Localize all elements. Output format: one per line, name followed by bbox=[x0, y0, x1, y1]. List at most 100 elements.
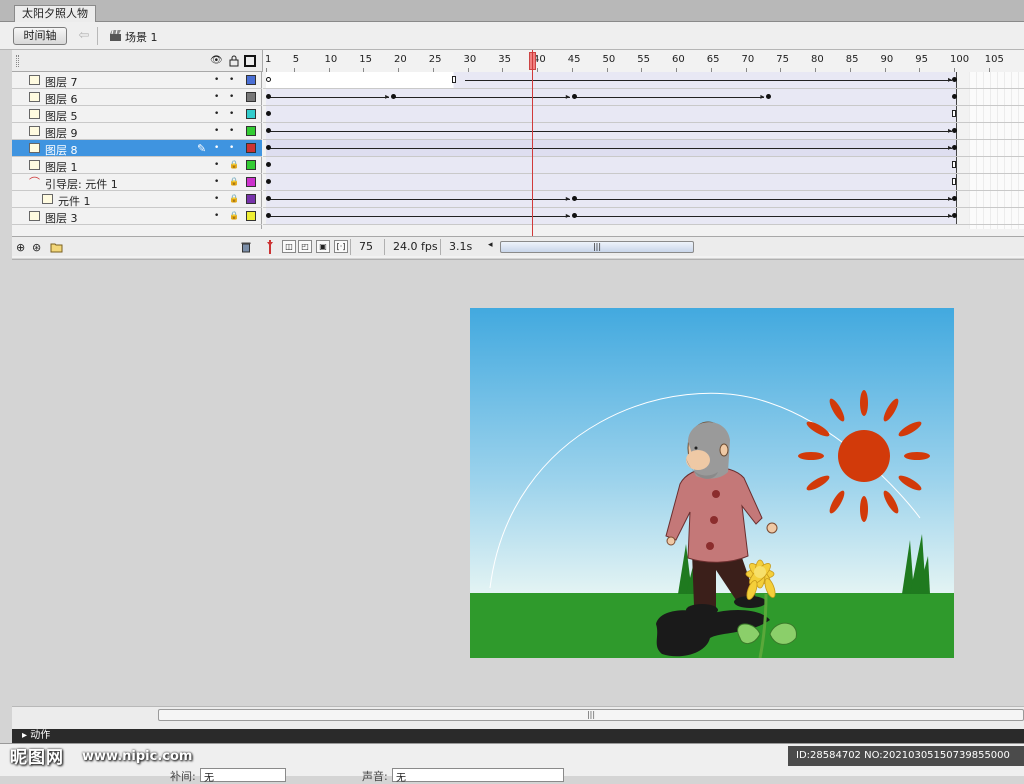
keyframe[interactable] bbox=[266, 196, 271, 201]
actions-panel-header[interactable]: ▸ 动作 bbox=[12, 729, 1024, 743]
scroll-left-icon[interactable]: ◂ bbox=[488, 240, 493, 250]
frame-span[interactable] bbox=[266, 106, 958, 122]
frame-row[interactable]: ▸ ▸ ▸ bbox=[263, 89, 1024, 106]
empty-keyframe[interactable] bbox=[266, 77, 271, 82]
outline-icon[interactable] bbox=[244, 55, 256, 67]
frame-row[interactable]: ▸ bbox=[263, 123, 1024, 140]
layer-outline-color[interactable] bbox=[246, 194, 256, 204]
lock-toggle[interactable]: • bbox=[229, 126, 234, 136]
layer-row[interactable]: 图层 6 • • bbox=[12, 89, 262, 106]
frame-row[interactable] bbox=[263, 174, 1024, 191]
layer-name: 元件 1 bbox=[58, 195, 91, 208]
add-guide-layer-icon[interactable]: ⊛ bbox=[32, 241, 41, 254]
frame-row[interactable] bbox=[263, 106, 1024, 123]
add-folder-icon[interactable] bbox=[50, 242, 63, 253]
onion-markers-button[interactable]: [·] bbox=[334, 240, 348, 253]
frame-ruler[interactable]: 1 5 10 15 20 25 30 35 40 45 50 55 60 65 70 75 80 85 90 95 10… bbox=[262, 50, 1024, 72]
end-frame-marker[interactable] bbox=[952, 161, 957, 168]
layer-outline-color[interactable] bbox=[246, 143, 256, 153]
ruler-number: 15 bbox=[359, 54, 373, 65]
frame-rate[interactable]: 24.0 fps bbox=[384, 239, 438, 255]
keyframe[interactable] bbox=[266, 145, 271, 150]
frame-span[interactable] bbox=[266, 157, 958, 173]
ruler-number: 30 bbox=[463, 54, 477, 65]
layer-row[interactable]: 图层 1 • 🔒 bbox=[12, 157, 262, 174]
add-layer-icon[interactable]: ⊕ bbox=[16, 241, 25, 254]
keyframe[interactable] bbox=[266, 111, 271, 116]
document-tab[interactable]: 太阳夕照人物 bbox=[14, 5, 96, 22]
keyframe[interactable] bbox=[266, 128, 271, 133]
lock-icon[interactable] bbox=[228, 55, 240, 67]
lock-icon[interactable]: 🔒 bbox=[229, 194, 239, 203]
trash-icon[interactable] bbox=[240, 241, 252, 253]
visibility-toggle[interactable]: • bbox=[214, 92, 219, 102]
sound-select[interactable]: 无 bbox=[392, 768, 564, 784]
layer-outline-color[interactable] bbox=[246, 177, 256, 187]
stage-canvas[interactable] bbox=[470, 308, 954, 658]
lock-toggle[interactable]: • bbox=[229, 92, 234, 102]
lock-icon[interactable]: 🔒 bbox=[229, 177, 239, 186]
layer-row[interactable]: 图层 3 • 🔒 bbox=[12, 208, 262, 225]
layer-row[interactable]: ⌒ 引导层: 元件 1 • 🔒 bbox=[12, 174, 262, 191]
lock-toggle[interactable]: • bbox=[229, 109, 234, 119]
watermark-id: ID:28584702 NO:20210305150739855000 bbox=[788, 746, 1024, 766]
frame-row[interactable]: ▸ ▸ bbox=[263, 191, 1024, 208]
frame-row[interactable]: ▸ ▸ bbox=[263, 208, 1024, 225]
frame-row[interactable] bbox=[263, 157, 1024, 174]
layer-outline-color[interactable] bbox=[246, 126, 256, 136]
keyframe[interactable] bbox=[571, 94, 577, 99]
keyframe[interactable] bbox=[266, 213, 271, 218]
visibility-toggle[interactable]: • bbox=[214, 177, 219, 187]
frame-row[interactable]: ▸ bbox=[263, 140, 1024, 157]
scene-label[interactable]: 场景 1 bbox=[125, 29, 158, 45]
keyframe[interactable] bbox=[571, 213, 577, 218]
layer-row[interactable]: 元件 1 • 🔒 bbox=[12, 191, 262, 208]
keyframe[interactable] bbox=[266, 162, 271, 167]
frame-grid[interactable]: ▸ ▸ ▸ ▸ ▸ ▸ ▸ ▸ ▸ ▸ bbox=[263, 72, 1024, 229]
layer-outline-color[interactable] bbox=[246, 211, 256, 221]
visibility-toggle[interactable]: • bbox=[214, 211, 219, 221]
document-tab-bar: 太阳夕照人物 bbox=[0, 0, 1024, 22]
layer-outline-color[interactable] bbox=[246, 109, 256, 119]
onion-skin-button[interactable]: ◫ bbox=[282, 240, 296, 253]
visibility-toggle[interactable]: • bbox=[214, 143, 219, 153]
visibility-toggle[interactable]: • bbox=[214, 194, 219, 204]
layer-row[interactable]: 图层 8 ✎ • • bbox=[12, 140, 262, 157]
layer-outline-color[interactable] bbox=[246, 75, 256, 85]
onion-outline-button[interactable]: ◰ bbox=[298, 240, 312, 253]
layer-name: 图层 5 bbox=[45, 110, 78, 123]
eye-icon[interactable]: 👁 bbox=[210, 55, 223, 67]
layer-outline-color[interactable] bbox=[246, 160, 256, 170]
layer-row[interactable]: 图层 7 • • bbox=[12, 72, 262, 89]
visibility-toggle[interactable]: • bbox=[214, 160, 219, 170]
layer-row[interactable]: 图层 9 • • bbox=[12, 123, 262, 140]
visibility-toggle[interactable]: • bbox=[214, 109, 219, 119]
lock-toggle[interactable]: • bbox=[229, 143, 234, 153]
lock-icon[interactable]: 🔒 bbox=[229, 160, 239, 169]
tween-select[interactable]: 无 bbox=[200, 768, 286, 784]
end-frame-marker[interactable] bbox=[952, 178, 957, 185]
panel-grip[interactable] bbox=[16, 55, 19, 67]
back-arrow-icon[interactable]: ⇦ bbox=[76, 28, 92, 44]
keyframe[interactable] bbox=[266, 179, 271, 184]
end-frame-marker[interactable] bbox=[451, 76, 456, 83]
timeline-toggle-button[interactable]: 时间轴 bbox=[13, 27, 67, 45]
frame-span[interactable] bbox=[266, 174, 958, 190]
tween-arrowhead: ▸ bbox=[565, 194, 570, 203]
layer-outline-color[interactable] bbox=[246, 92, 256, 102]
visibility-toggle[interactable]: • bbox=[214, 75, 219, 85]
center-frame-icon[interactable] bbox=[266, 240, 274, 254]
keyframe[interactable] bbox=[266, 94, 271, 99]
frame-row[interactable]: ▸ bbox=[263, 72, 1024, 89]
end-frame-marker[interactable] bbox=[952, 110, 957, 117]
layer-row[interactable]: 图层 5 • • bbox=[12, 106, 262, 123]
visibility-toggle[interactable]: • bbox=[214, 126, 219, 136]
stage-horizontal-scrollbar[interactable]: ||| bbox=[12, 706, 1024, 723]
keyframe[interactable] bbox=[571, 196, 577, 201]
lock-toggle[interactable]: • bbox=[229, 75, 234, 85]
stage-scroll-thumb[interactable]: ||| bbox=[158, 709, 1024, 721]
layer-icon bbox=[29, 160, 40, 170]
edit-multiple-frames-button[interactable]: ▣ bbox=[316, 240, 330, 253]
timeline-scrollbar[interactable]: ||| bbox=[500, 241, 694, 253]
lock-icon[interactable]: 🔒 bbox=[229, 211, 239, 220]
